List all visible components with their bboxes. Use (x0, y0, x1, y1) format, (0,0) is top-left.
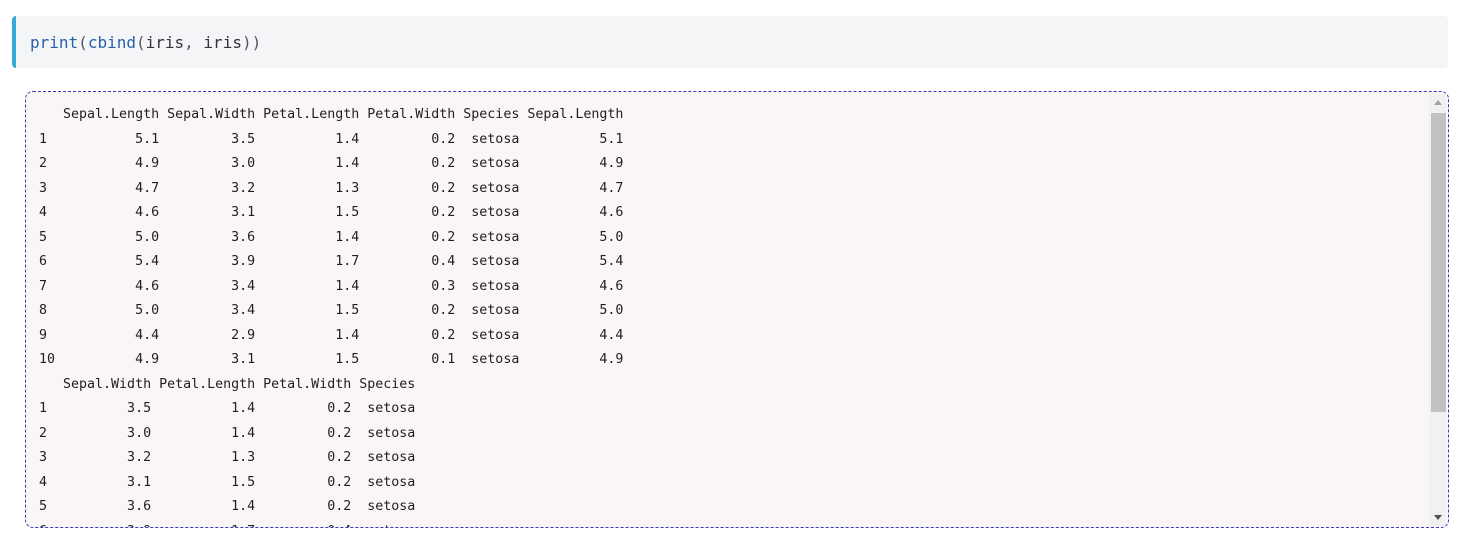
output-line: 5 5.0 3.6 1.4 0.2 setosa 5.0 (39, 229, 624, 245)
output-line: 1 3.5 1.4 0.2 setosa (39, 401, 416, 416)
output-line: 6 3.9 1.7 0.4 setosa (39, 520, 1448, 528)
code-function-print: print (30, 32, 79, 52)
code-function-cbind: cbind (87, 32, 136, 52)
code-arg-2: iris (203, 32, 242, 52)
scroll-thumb[interactable] (1431, 113, 1446, 412)
output-line: 3 4.7 3.2 1.3 0.2 setosa 4.7 (39, 180, 624, 196)
output-line: 10 4.9 3.1 1.5 0.1 setosa 4.9 (39, 352, 624, 367)
output-text: Sepal.Length Sepal.Width Petal.Length Pe… (26, 92, 1448, 528)
output-line: 6 5.4 3.9 1.7 0.4 setosa 5.4 (39, 254, 624, 269)
output-line: 5 3.6 1.4 0.2 setosa (39, 499, 416, 514)
output-line: 8 5.0 3.4 1.5 0.2 setosa 5.0 (39, 303, 624, 318)
output-line: 4 3.1 1.5 0.2 setosa (39, 474, 416, 490)
output-line: 2 4.9 3.0 1.4 0.2 setosa 4.9 (39, 156, 624, 171)
output-line: 9 4.4 2.9 1.4 0.2 setosa 4.4 (39, 327, 624, 343)
output-line: 3 3.2 1.3 0.2 setosa (39, 450, 416, 465)
scroll-up-arrow-icon[interactable] (1429, 94, 1446, 111)
output-panel[interactable]: Sepal.Length Sepal.Width Petal.Length Pe… (25, 91, 1449, 528)
output-line: 1 5.1 3.5 1.4 0.2 setosa 5.1 (39, 131, 624, 147)
output-line: Sepal.Length Sepal.Width Petal.Length Pe… (39, 107, 624, 122)
code-text: print(cbind(iris, iris)) (30, 32, 262, 52)
output-line: 4 4.6 3.1 1.5 0.2 setosa 4.6 (39, 205, 624, 220)
code-cell[interactable]: print(cbind(iris, iris)) (12, 16, 1448, 68)
scroll-down-arrow-icon[interactable] (1429, 509, 1446, 526)
output-line: 2 3.0 1.4 0.2 setosa (39, 425, 416, 441)
code-arg-1: iris (145, 32, 185, 52)
output-line: 7 4.6 3.4 1.4 0.3 setosa 4.6 (39, 278, 624, 294)
vertical-scrollbar[interactable] (1429, 94, 1446, 526)
output-line: Sepal.Width Petal.Length Petal.Width Spe… (39, 376, 416, 392)
